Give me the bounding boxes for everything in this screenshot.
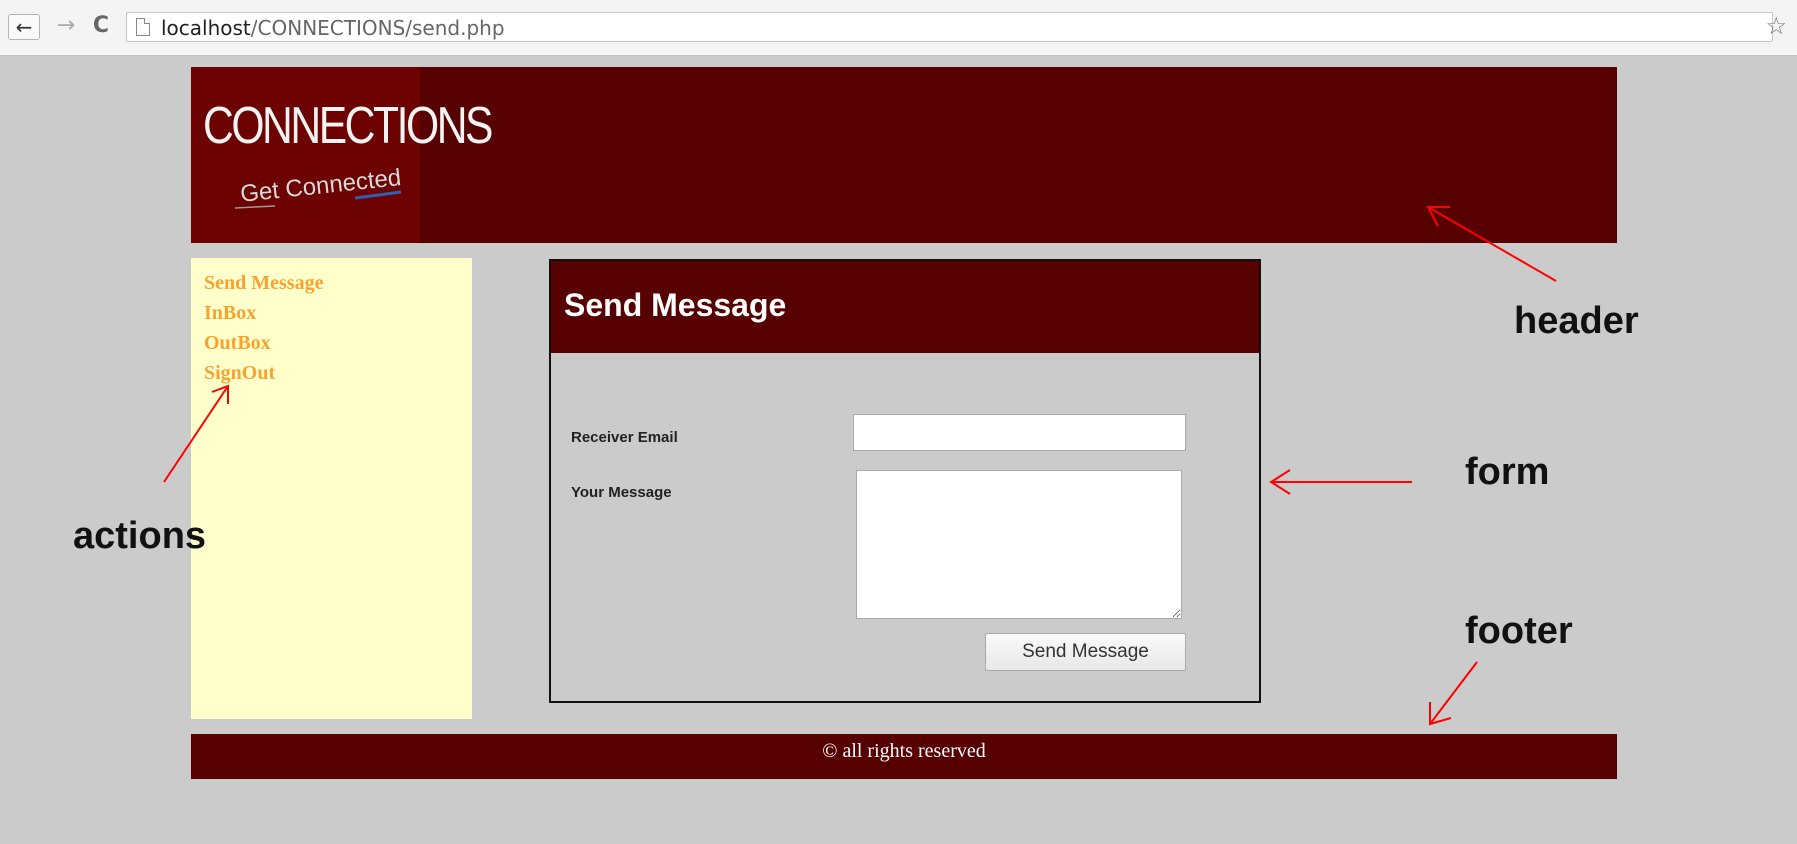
logo: CONNECTIONS Get Connected: [191, 67, 493, 243]
footer-arrow: [1429, 661, 1478, 725]
url-host: localhost: [161, 16, 251, 40]
sidebar-item-inbox[interactable]: InBox: [204, 298, 472, 328]
url-text: localhost/CONNECTIONS/send.php: [161, 13, 505, 43]
url-path: /CONNECTIONS/send.php: [250, 16, 505, 40]
page-icon: [136, 18, 150, 36]
site-header: CONNECTIONS Get Connected: [191, 67, 1617, 243]
footer-text: © all rights reserved: [822, 740, 986, 762]
annotation-header: header: [1514, 300, 1639, 342]
form-title: Send Message: [564, 287, 787, 323]
send-message-form: Send Message Receiver Email Your Message…: [549, 259, 1261, 703]
actions-sidebar: Send Message InBox OutBox SignOut: [191, 258, 472, 719]
your-message-label: Your Message: [571, 484, 672, 501]
reload-icon[interactable]: C: [88, 14, 114, 38]
receiver-email-field[interactable]: [853, 414, 1186, 451]
address-bar[interactable]: localhost/CONNECTIONS/send.php: [126, 12, 1773, 42]
bookmark-star-icon[interactable]: ☆: [1765, 15, 1787, 39]
sidebar-item-signout[interactable]: SignOut: [204, 358, 472, 388]
browser-toolbar: ← → C localhost/CONNECTIONS/send.php ☆: [0, 0, 1797, 56]
sidebar-item-send-message[interactable]: Send Message: [204, 268, 472, 298]
sidebar-item-outbox[interactable]: OutBox: [204, 328, 472, 358]
annotation-actions: actions: [73, 515, 207, 557]
logo-title: CONNECTIONS: [203, 97, 493, 155]
form-header: Send Message: [551, 261, 1259, 353]
annotation-footer: footer: [1465, 610, 1573, 652]
message-field[interactable]: [856, 470, 1182, 619]
site-footer: © all rights reserved: [191, 734, 1617, 779]
send-message-button[interactable]: Send Message: [985, 633, 1186, 671]
receiver-email-label: Receiver Email: [571, 429, 678, 446]
annotation-form: form: [1465, 451, 1550, 493]
forward-arrow-icon[interactable]: →: [53, 14, 79, 38]
back-arrow-icon[interactable]: ←: [8, 14, 40, 40]
